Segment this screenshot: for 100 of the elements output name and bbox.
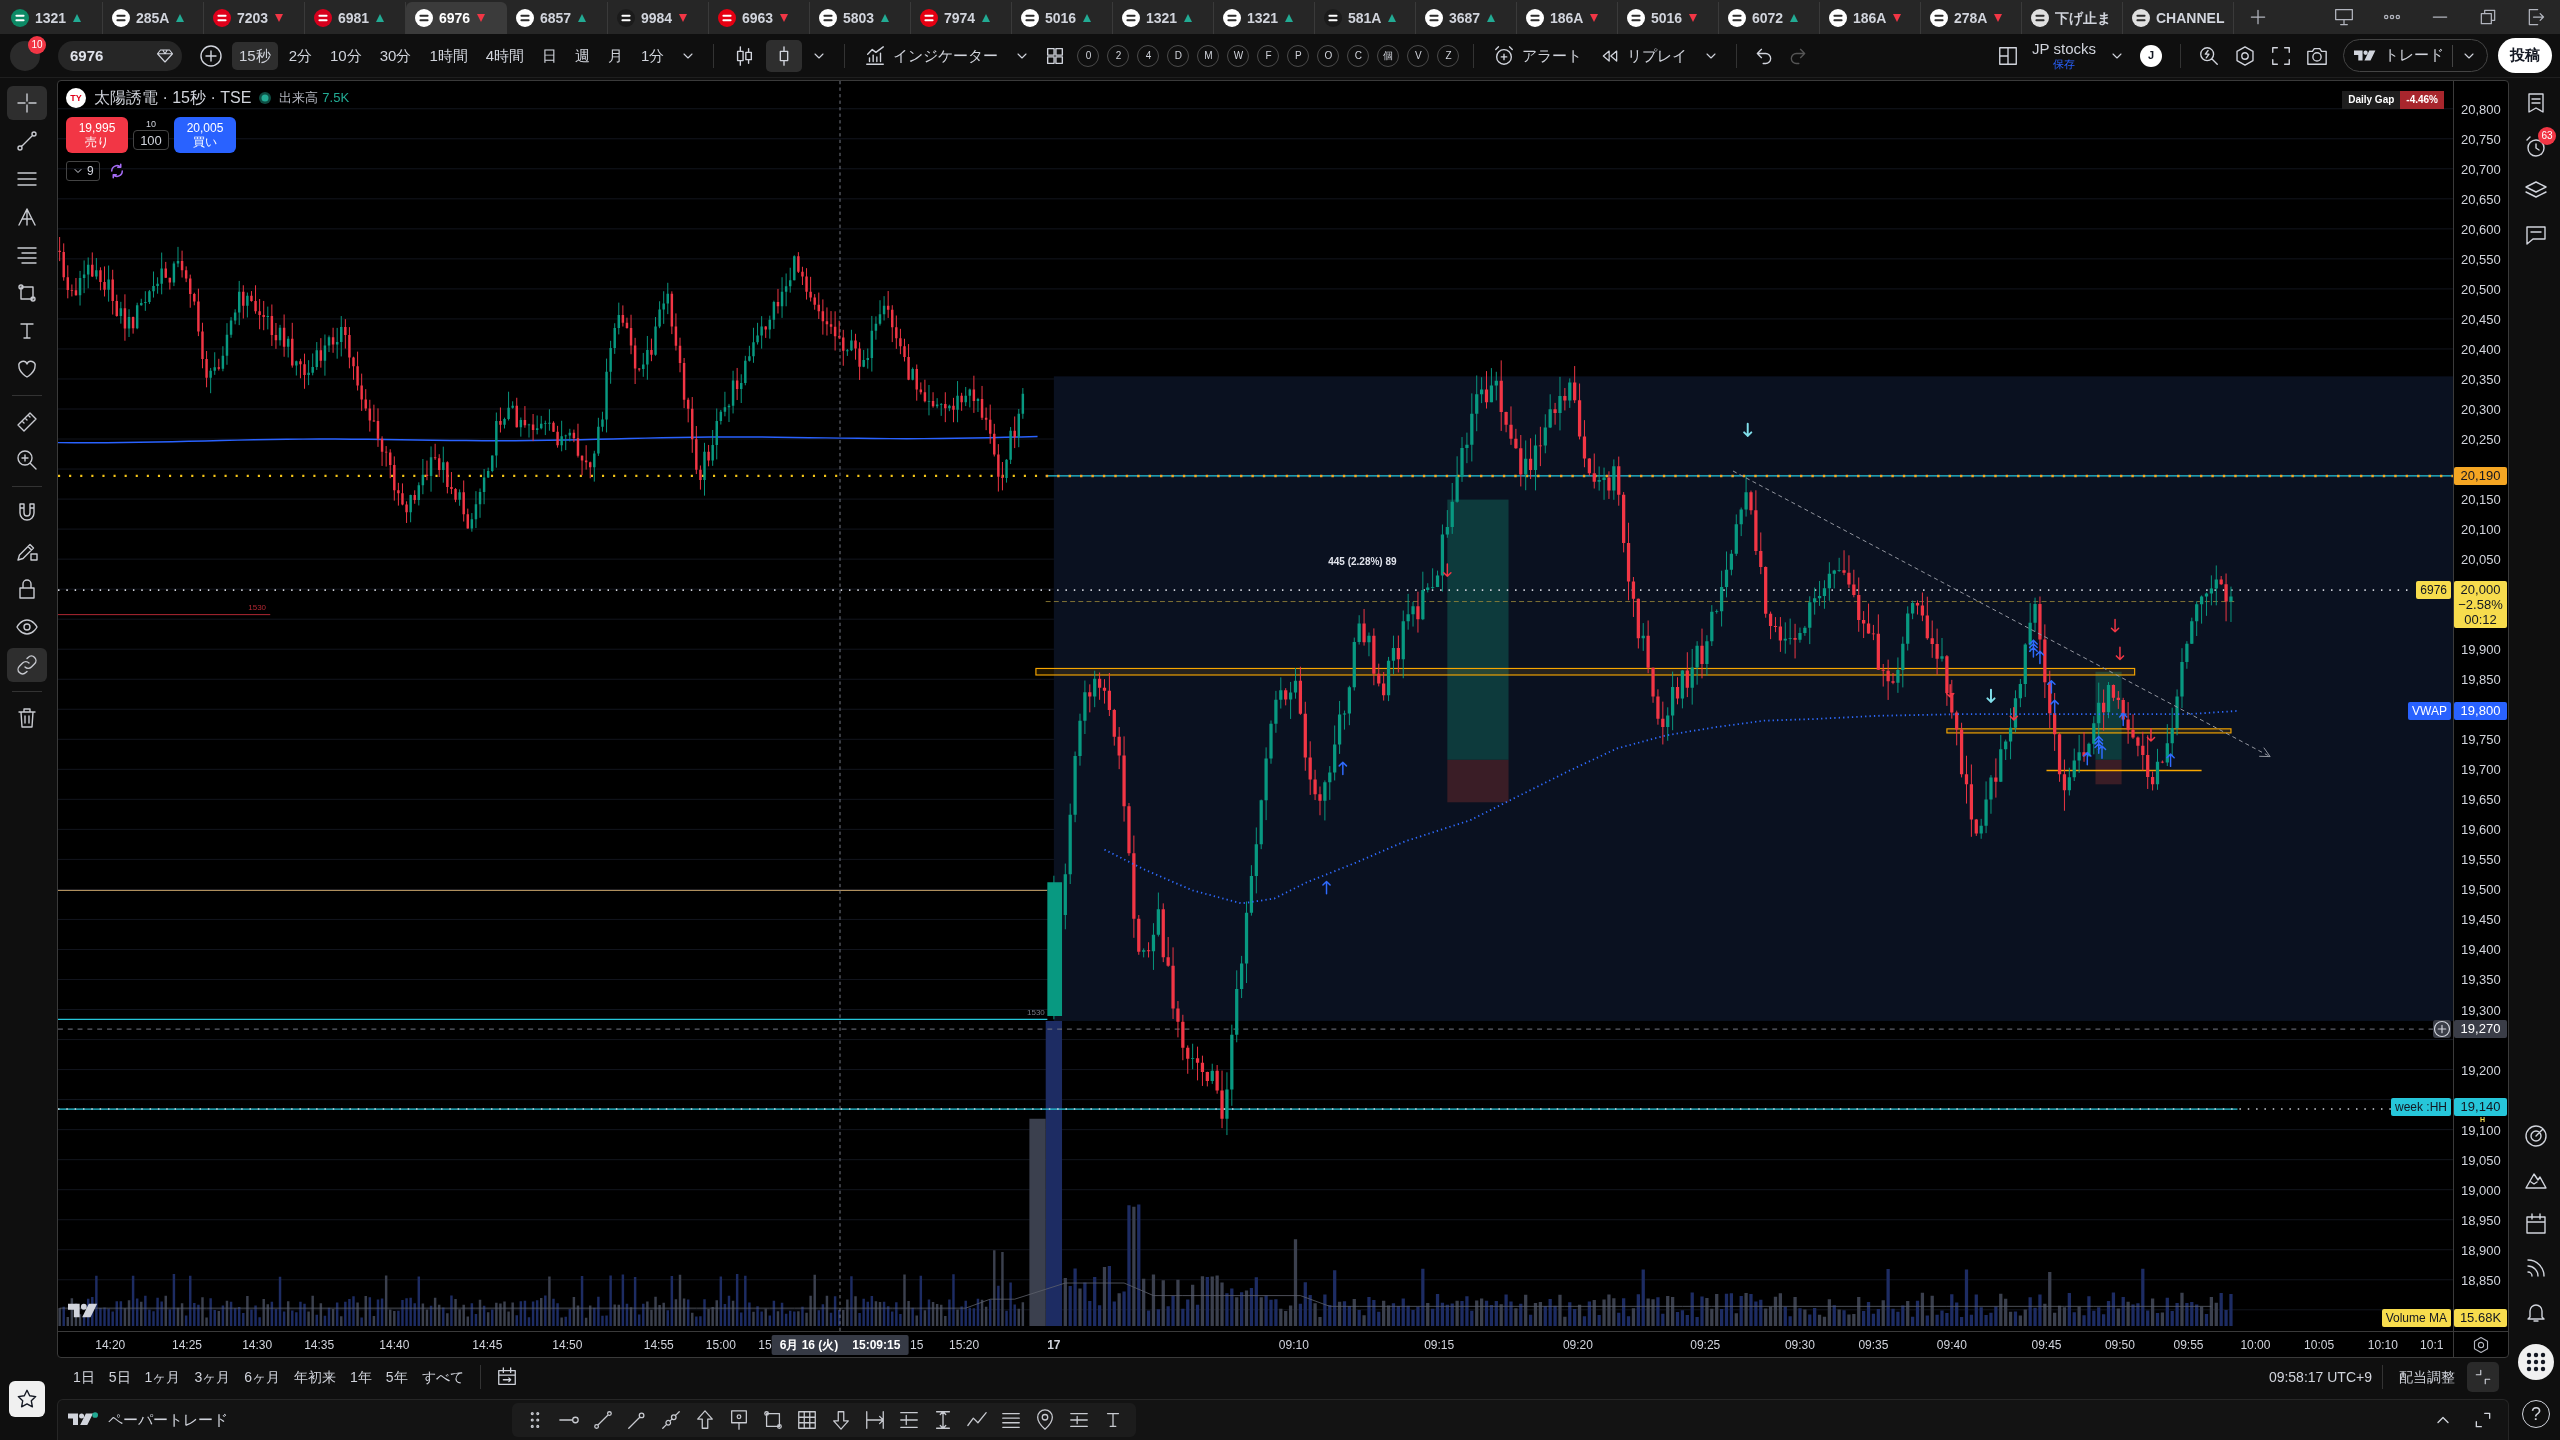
buy-button[interactable]: 20,005 買い (174, 117, 236, 153)
settings-icon[interactable] (2234, 44, 2256, 67)
search-icon[interactable] (2198, 44, 2220, 67)
triple-chevron-icon (2094, 735, 2104, 755)
symbol-tab[interactable]: 6976 (406, 2, 507, 34)
layout-name[interactable]: JP stocks (2032, 41, 2096, 58)
trend-line-icon (15, 129, 39, 153)
up-arrow-icon (2082, 751, 2092, 766)
price-axis-label: 20,650 (2461, 192, 2501, 206)
ray-icon[interactable] (626, 1409, 648, 1431)
table-icon[interactable] (796, 1409, 818, 1431)
user-avatar[interactable]: J (2140, 44, 2162, 67)
indicators-button[interactable]: インジケーター (857, 39, 1006, 72)
broadcast-icon[interactable] (2524, 1256, 2548, 1280)
time-axis-label: 15 (758, 1338, 772, 1351)
volume-value: 7.5K (322, 89, 350, 108)
price-axis-label: 19,500 (2461, 882, 2501, 896)
level-tag: week :HH (2391, 1098, 2451, 1117)
pin-icon[interactable] (1034, 1409, 1056, 1431)
ruler-icon (15, 410, 39, 434)
trash-icon (15, 706, 39, 730)
range-button[interactable]: 6ヶ月 (238, 1363, 286, 1391)
drawing-tool-button[interactable] (7, 648, 47, 682)
exit-icon[interactable] (2526, 7, 2546, 27)
time-axis-label: 17 (1047, 1338, 1061, 1351)
fullscreen-icon[interactable] (2270, 44, 2292, 67)
time-axis-label: 09:15 (1424, 1338, 1455, 1351)
range-button[interactable]: 5日 (102, 1363, 137, 1391)
quantity-field[interactable]: 100 (133, 130, 169, 150)
zoom-in-icon (15, 448, 39, 472)
up-arrow-icon[interactable] (694, 1409, 716, 1431)
range-button[interactable]: 年初来 (288, 1363, 342, 1391)
chart-type-button[interactable] (766, 39, 803, 72)
expand-icon[interactable] (2473, 1410, 2493, 1430)
time-axis-label: 14:35 (304, 1338, 335, 1351)
interval-button[interactable]: 日 (535, 41, 565, 70)
change-value: −2.58% (2457, 597, 2504, 613)
target-icon[interactable] (2524, 1124, 2548, 1148)
price-badge: 20,190 (2454, 466, 2507, 485)
calendar-icon[interactable] (2524, 1212, 2548, 1236)
favorites-button[interactable] (9, 1381, 45, 1417)
range-button[interactable]: 5年 (379, 1363, 414, 1391)
price-badge: 15.68K (2454, 1308, 2507, 1327)
down-arrow-icon[interactable] (830, 1409, 852, 1431)
dividend-adjust-button[interactable]: 配当調整 (2393, 1363, 2461, 1391)
time-axis-label: 10:00 (2240, 1338, 2271, 1351)
triple-chevron-icon (2028, 639, 2038, 658)
apps-grid-icon[interactable] (2518, 1344, 2554, 1380)
symbol-search-field[interactable]: 6976 (58, 40, 182, 71)
chat-icon[interactable] (2524, 223, 2548, 247)
price-badge: 19,270 (2454, 1020, 2507, 1039)
layout-icon[interactable] (1997, 44, 2020, 67)
price-axis-label: 20,100 (2461, 522, 2501, 536)
time-axis-label: 15:20 (949, 1338, 980, 1351)
add-icon[interactable] (2433, 1020, 2451, 1039)
price-axis-label: 18,850 (2461, 1273, 2501, 1287)
segment-icon[interactable] (660, 1409, 682, 1431)
date-range-icon[interactable] (864, 1409, 886, 1431)
interval-button[interactable]: 1分 (634, 41, 672, 70)
sell-button[interactable]: 19,995 売り (66, 117, 128, 153)
range-button[interactable]: 1年 (344, 1363, 378, 1391)
time-axis-label: 14:25 (171, 1338, 202, 1351)
lines-icon[interactable] (898, 1409, 920, 1431)
interval-button[interactable]: 1時間 (422, 41, 475, 70)
range-button[interactable]: 3ヶ月 (188, 1363, 237, 1391)
range-button[interactable]: すべて (415, 1363, 470, 1391)
restore-icon[interactable] (2478, 7, 2498, 27)
time-axis-label: 10:05 (2304, 1338, 2335, 1351)
interval-button[interactable]: 月 (601, 41, 631, 70)
drawing-tool-button[interactable] (7, 86, 47, 120)
interval-button[interactable]: 4時間 (478, 41, 532, 70)
price-axis-label: 20,400 (2461, 342, 2501, 356)
publish-button[interactable]: 投稿 (2498, 38, 2552, 73)
interval-button[interactable]: 週 (568, 41, 598, 70)
interval-button[interactable]: 30分 (372, 41, 419, 70)
monitor-icon[interactable] (2334, 7, 2354, 27)
collapse-button[interactable] (2467, 1362, 2499, 1392)
link-icon (15, 653, 39, 677)
interval-button[interactable]: 2分 (281, 41, 320, 70)
range-button[interactable]: 1ヶ月 (138, 1363, 187, 1391)
price-axis-label: 20,500 (2461, 282, 2501, 296)
calendar-icon[interactable] (495, 1366, 518, 1388)
replay-button[interactable]: リプレイ (1593, 40, 1695, 71)
alert-button[interactable]: アラート (1486, 39, 1590, 72)
interval-button[interactable]: 10分 (323, 41, 369, 70)
range-button[interactable]: 1日 (67, 1363, 101, 1391)
save-status: 保存 (2053, 57, 2076, 70)
trend-line-icon[interactable] (592, 1409, 614, 1431)
logo-icon[interactable] (68, 1412, 98, 1428)
time-axis-label: 09:25 (1690, 1338, 1721, 1351)
settings-icon[interactable] (2472, 1335, 2490, 1354)
price-label-icon[interactable] (728, 1409, 750, 1431)
collapse-button[interactable]: 9 (66, 161, 100, 181)
panel-title: ペーパートレード (108, 1409, 228, 1430)
diamond-icon[interactable] (156, 46, 174, 65)
up-arrow-icon (2097, 745, 2107, 759)
price-axis-label: 19,400 (2461, 942, 2501, 956)
add-icon[interactable] (199, 43, 223, 68)
interval-button[interactable]: 15秒 (232, 41, 278, 70)
up-arrow-icon (1322, 880, 1331, 895)
